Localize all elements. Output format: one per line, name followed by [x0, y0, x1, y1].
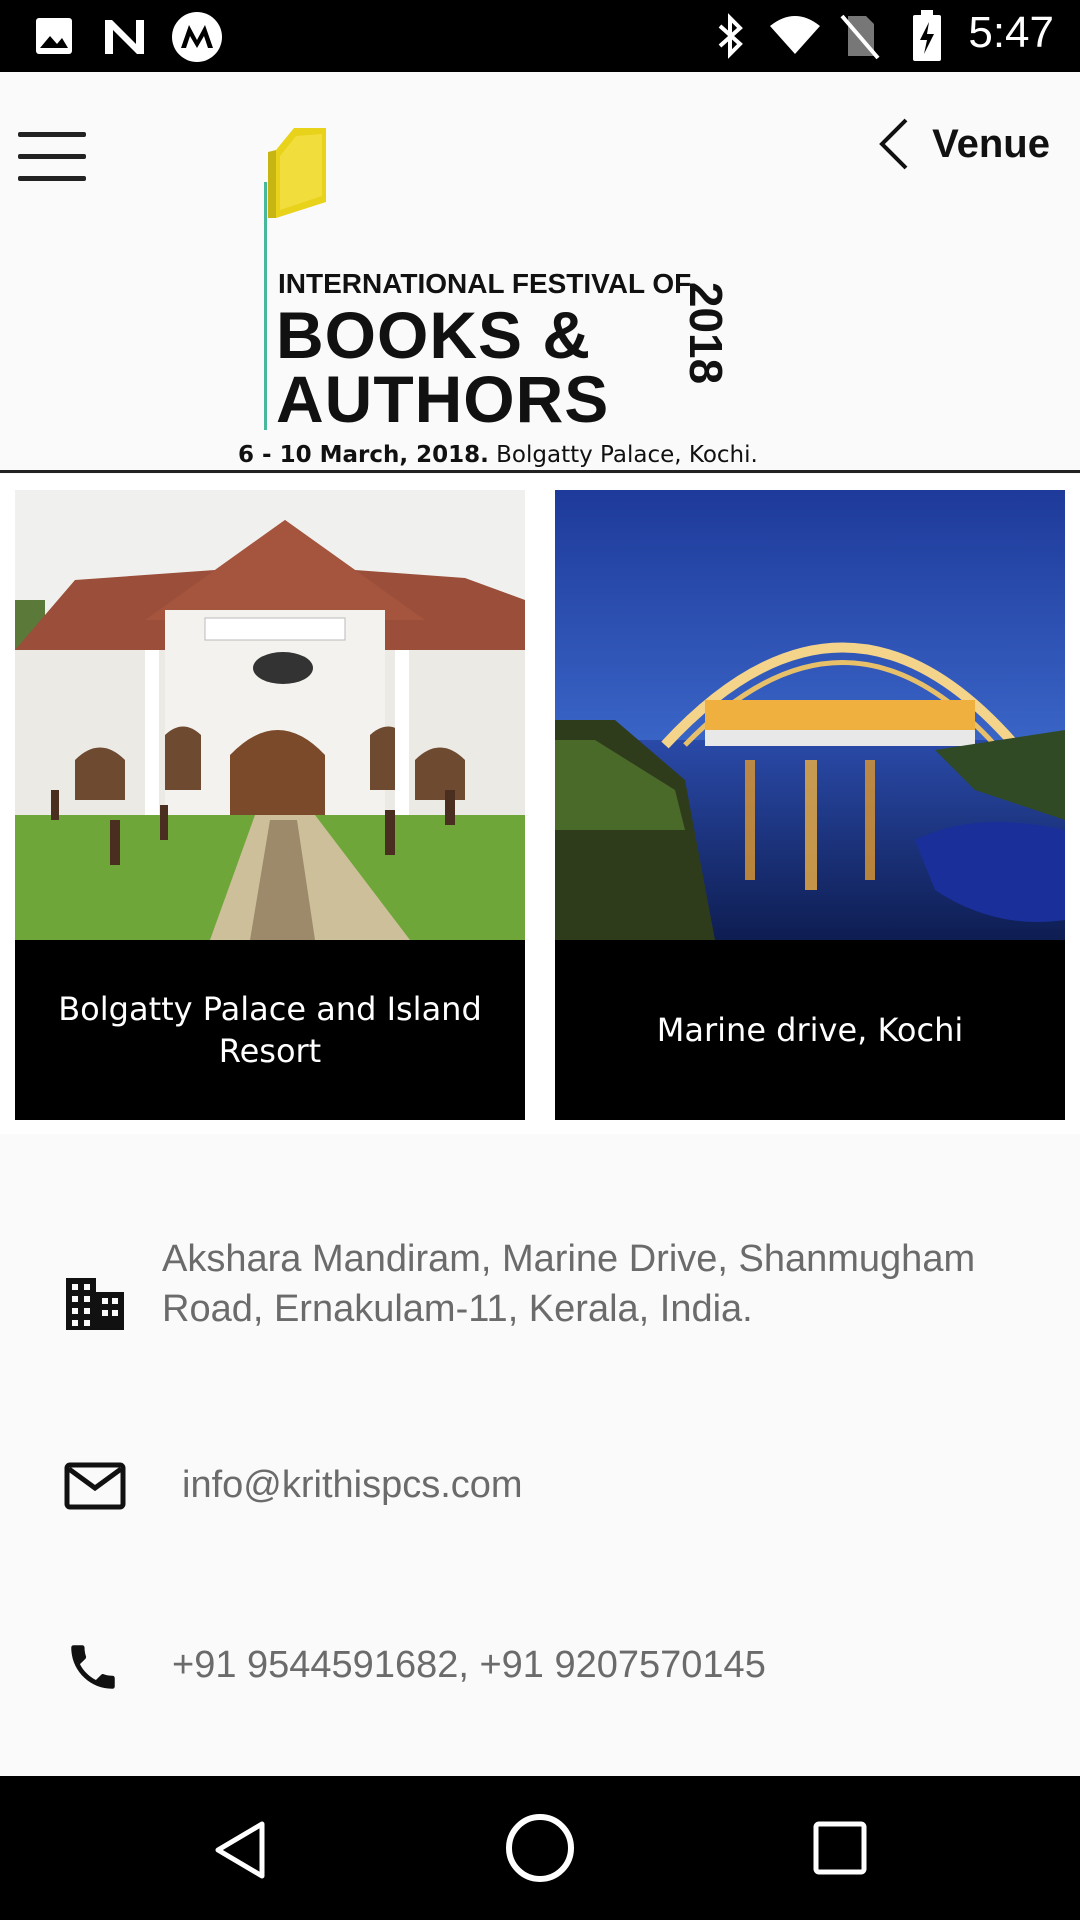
no-sim-icon: [840, 14, 880, 60]
back-to-venue[interactable]: Venue: [876, 114, 1050, 174]
status-time: 5:47: [968, 8, 1054, 57]
page-title: Venue: [932, 121, 1050, 166]
logo-dates: 6 - 10 March, 2018.: [238, 442, 489, 468]
motorola-icon: [172, 12, 222, 62]
battery-charging-icon: [913, 10, 941, 61]
chevron-left-icon[interactable]: [876, 116, 910, 172]
logo-place: Bolgatty Palace, Kochi.: [488, 442, 758, 468]
back-triangle-icon[interactable]: [210, 1818, 270, 1882]
bluetooth-icon: [718, 13, 743, 59]
building-icon: [66, 1278, 124, 1330]
venue-name: Bolgatty Palace and Island Resort: [58, 990, 482, 1070]
header-divider: [0, 470, 1080, 473]
logo-tagline: 6 - 10 March, 2018. Bolgatty Palace, Koc…: [238, 442, 758, 468]
venue-card-bolgatty[interactable]: Bolgatty Palace and Island Resort: [15, 490, 525, 1120]
logo-line-1: INTERNATIONAL FESTIVAL OF: [278, 268, 692, 299]
logo-accent-line: [264, 182, 267, 430]
status-bar: 5:47: [0, 0, 1080, 72]
wifi-icon: [770, 16, 820, 54]
navigation-bar: [0, 1776, 1080, 1920]
phone-row[interactable]: +91 9544591682, +91 9207570145: [0, 1636, 1080, 1696]
address-text: Akshara Mandiram, Marine Drive, Shanmugh…: [162, 1238, 976, 1330]
n-notification-icon: [105, 20, 144, 54]
email-row[interactable]: info@krithispcs.com: [0, 1456, 1080, 1516]
phone-text[interactable]: +91 9544591682, +91 9207570145: [172, 1640, 766, 1690]
marine-drive-night-photo: [555, 490, 1065, 940]
email-text[interactable]: info@krithispcs.com: [182, 1460, 523, 1510]
image-icon: [36, 18, 72, 54]
phone-icon: [71, 1645, 115, 1689]
logo-year-wrapper: 2018: [680, 273, 732, 393]
palace-photo: [15, 490, 525, 940]
logo-year: 2018: [680, 281, 732, 385]
logo-line-3: AUTHORS: [276, 362, 610, 436]
venue-cards: Bolgatty Palace and Island Resort Marine…: [0, 474, 1080, 1134]
venue-name: Marine drive, Kochi: [656, 1011, 964, 1049]
home-circle-icon[interactable]: [504, 1812, 576, 1884]
hamburger-menu-icon[interactable]: [18, 122, 88, 192]
address-row: Akshara Mandiram, Marine Drive, Shanmugh…: [0, 1234, 1080, 1384]
recents-square-icon[interactable]: [812, 1820, 868, 1876]
venue-card-marine-drive[interactable]: Marine drive, Kochi: [555, 490, 1065, 1120]
header: INTERNATIONAL FESTIVAL OF BOOKS & AUTHOR…: [0, 72, 1080, 472]
festival-logo: INTERNATIONAL FESTIVAL OF BOOKS & AUTHOR…: [230, 122, 758, 468]
mail-icon: [64, 1462, 126, 1510]
logo-line-2: BOOKS &: [276, 298, 592, 372]
book-icon: [268, 128, 326, 218]
